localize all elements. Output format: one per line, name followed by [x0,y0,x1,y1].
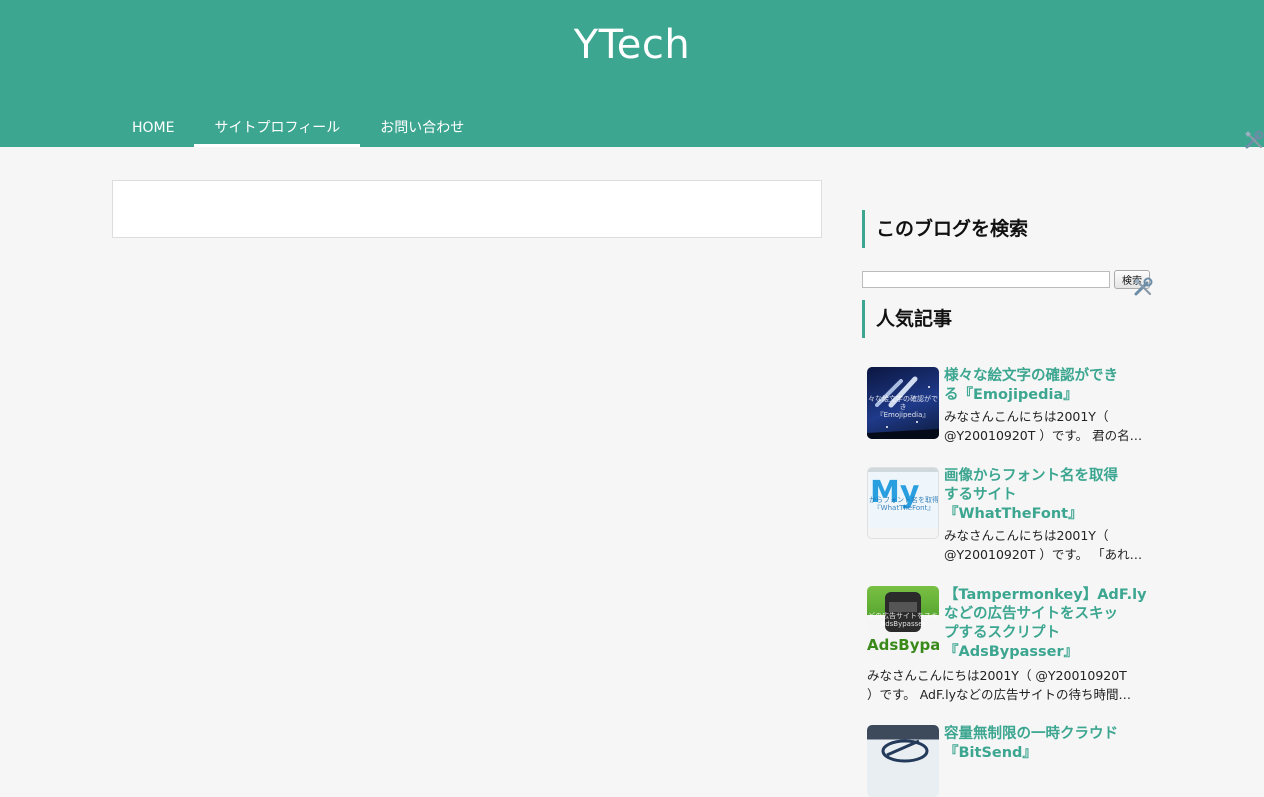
post-title[interactable]: 様々な絵文字の確認ができ る『Emojipedia』 [944,367,1152,405]
post-thumbnail[interactable]: 々な絵文字の確認ができ 『Emojipedia』 [867,367,939,439]
post-title[interactable]: 画像からフォント名を取得 するサイト 『WhatTheFont』 [944,467,1152,524]
search-widget-title: このブログを検索 [862,210,1152,248]
post-excerpt: みなさんこんにちは2001Y（ @Y20010920T ）です。 「あれ… [944,528,1143,562]
post-title[interactable]: 【Tampermonkey】AdF.ly などの広告サイトをスキッ プするスクリ… [944,586,1152,662]
nav-item-site-profile[interactable]: サイトプロフィール [194,110,361,147]
post-thumbnail[interactable] [867,725,939,797]
popular-posts-widget-title: 人気記事 [862,300,1152,338]
main-nav: HOME サイトプロフィール お問い合わせ [112,110,484,147]
post-excerpt: みなさんこんにちは2001Y（ @Y20010920T ）です。 AdF.lyな… [867,668,1132,702]
site-title[interactable]: YTech [0,22,1264,68]
post-excerpt: みなさんこんにちは2001Y（ @Y20010920T ）です。 君の名… [944,409,1143,443]
nav-item-home[interactable]: HOME [112,110,194,147]
post-thumbnail[interactable]: My からフォント名を取得 『WhatTheFont』 [867,467,939,539]
post-thumbnail[interactable]: AdsBypasser どの広告サイトをスキAdsBypasser [867,586,939,658]
main-content-box [112,180,822,238]
quick-edit-tools-icon[interactable] [1244,130,1264,150]
site-header: YTech HOME サイトプロフィール お問い合わせ [0,0,1264,147]
quick-edit-tools-icon[interactable] [1133,277,1153,297]
nav-item-contact[interactable]: お問い合わせ [360,110,484,147]
svg-text:AdsBypasser: AdsBypasser [867,636,939,654]
post-title[interactable]: 容量無制限の一時クラウド 『BitSend』 [944,725,1152,763]
send-logo-graphic [881,739,929,763]
search-input[interactable] [862,271,1110,288]
